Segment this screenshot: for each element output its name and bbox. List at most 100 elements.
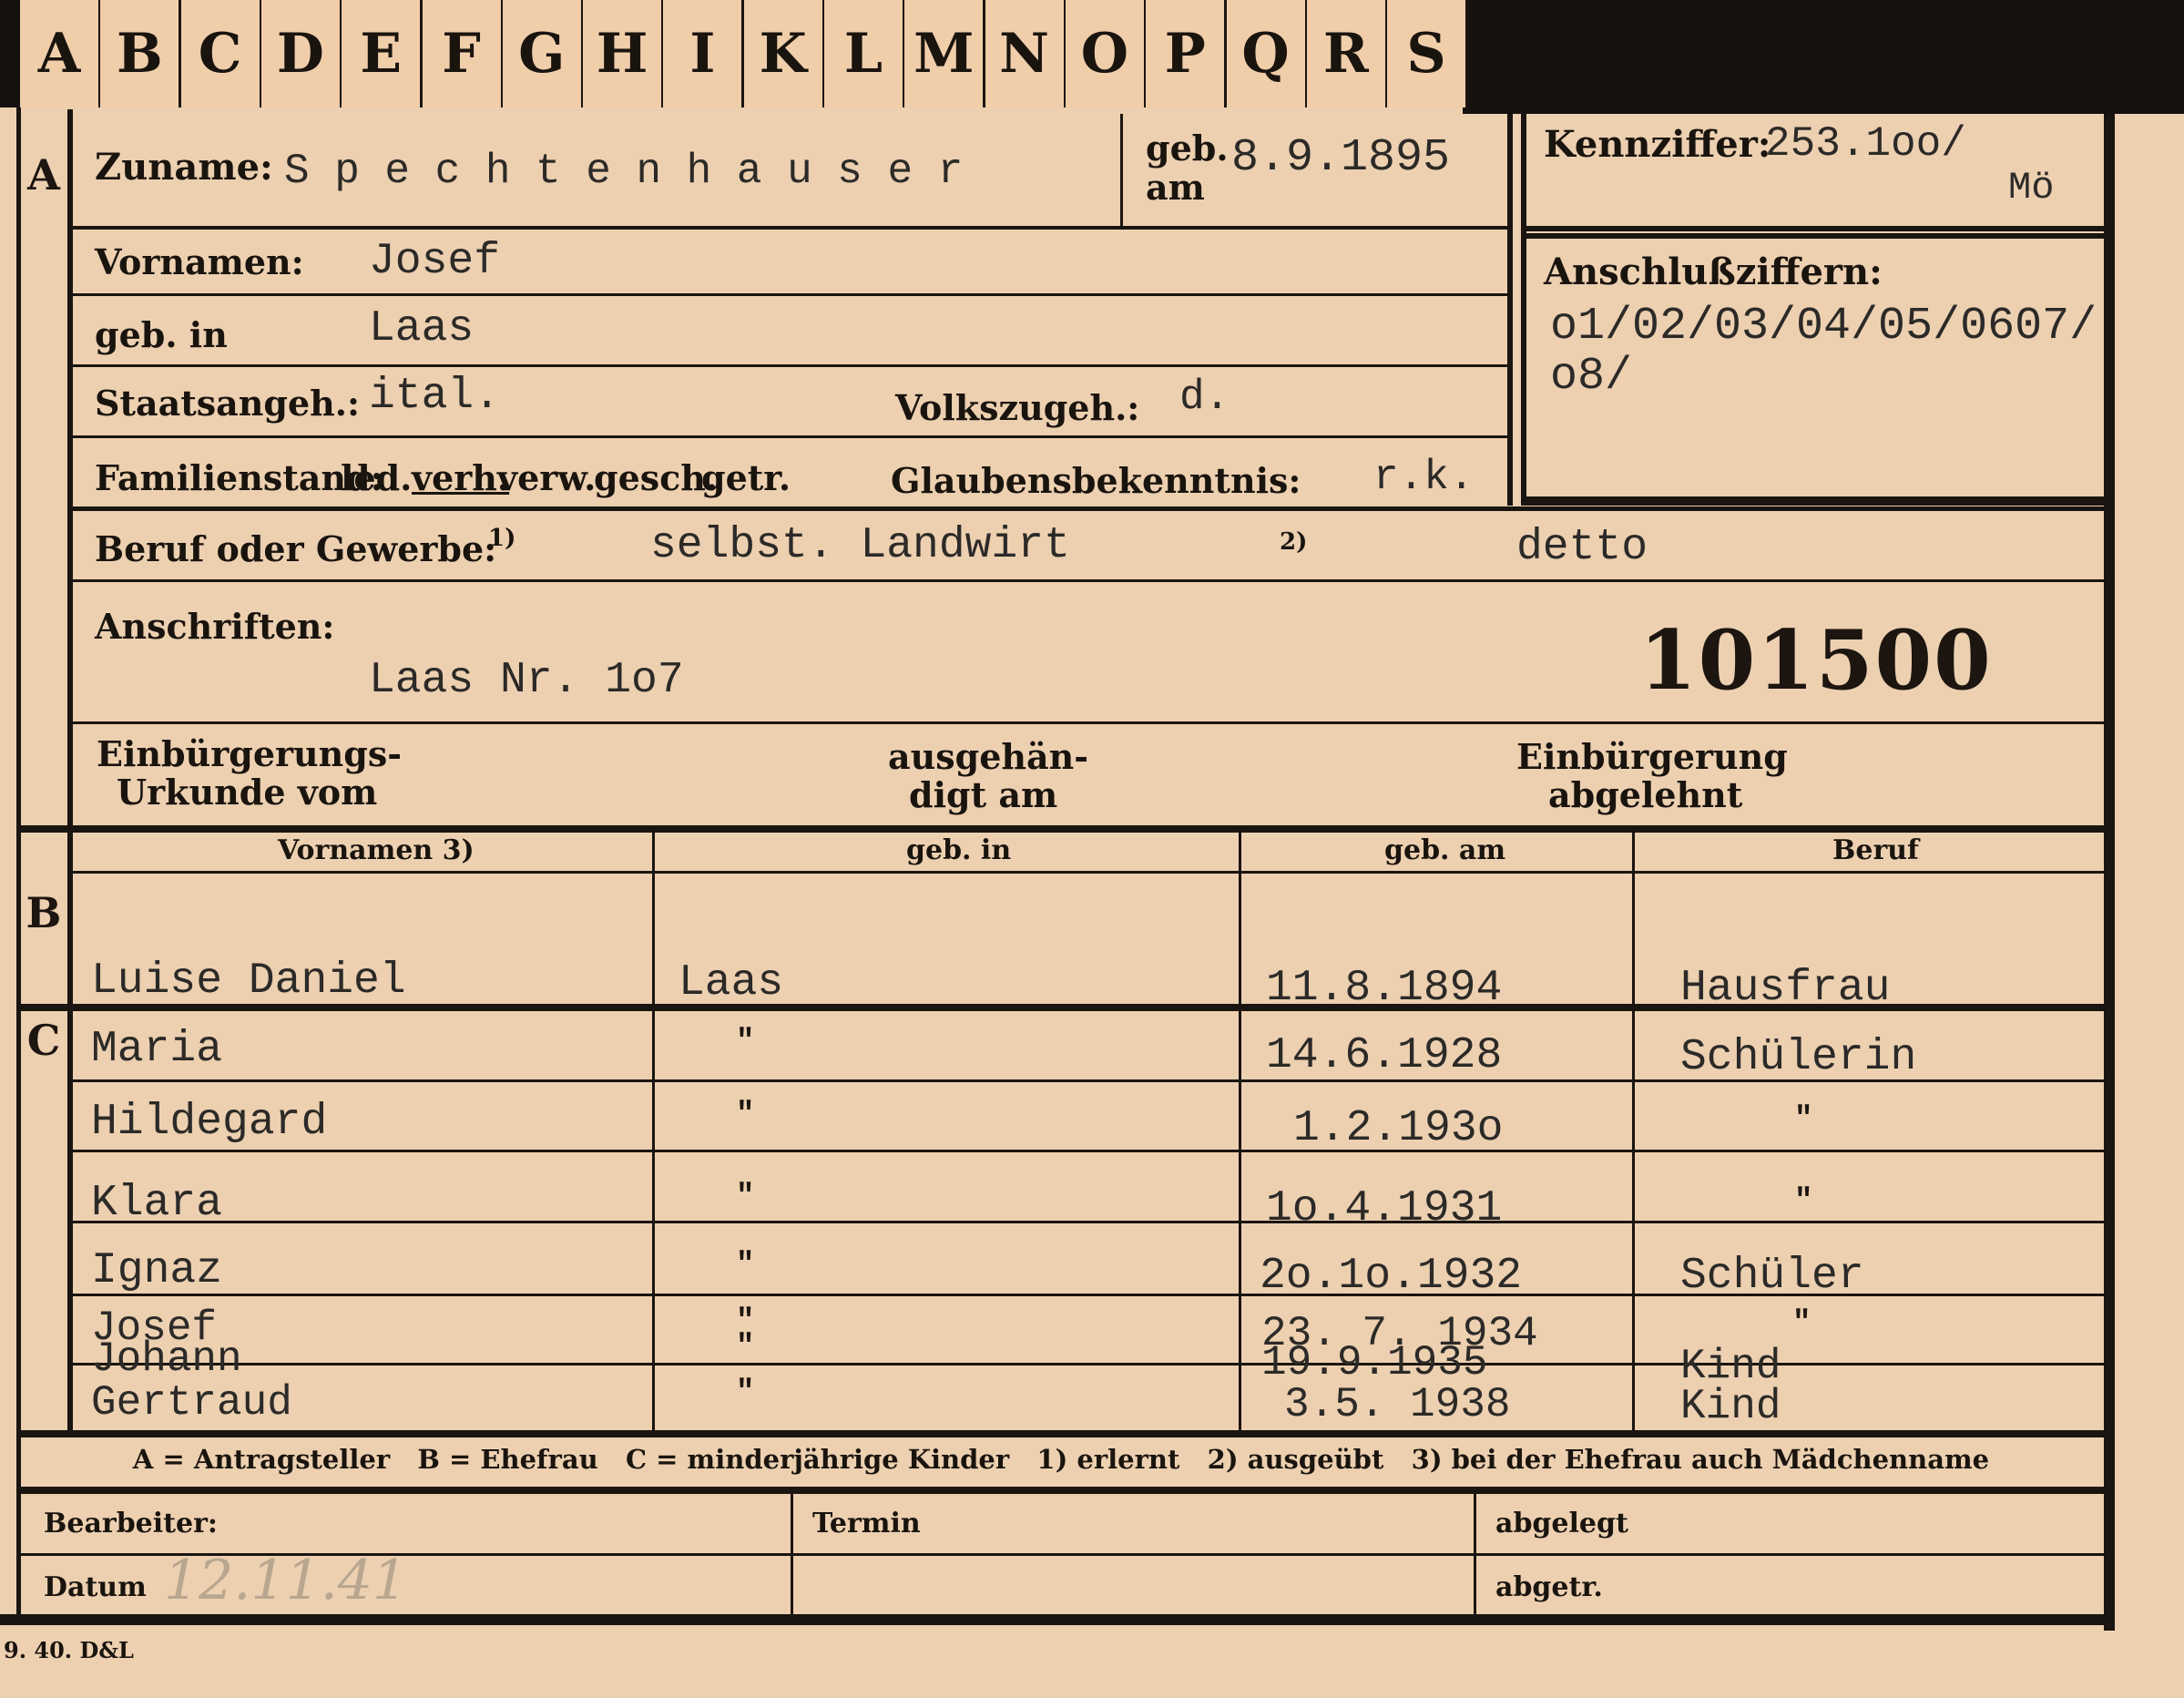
deadline-label: Termin xyxy=(812,1508,921,1539)
occupation-note-2: 2) xyxy=(1280,528,1308,556)
given-label: Vornamen: xyxy=(95,241,304,282)
marital-option: led. xyxy=(341,457,413,498)
child-place: " xyxy=(736,1248,755,1283)
table-header-line xyxy=(73,871,2108,874)
row-line xyxy=(73,1221,2108,1223)
link-box-top xyxy=(1524,233,2107,239)
child-job: " xyxy=(1792,1306,1811,1341)
top-right-dark-area xyxy=(1463,0,2184,114)
child-job: " xyxy=(1794,1184,1813,1219)
processor-label: Bearbeiter: xyxy=(44,1508,218,1539)
link-line-1: o1/02/03/04/05/0607/ xyxy=(1550,301,2097,353)
column-divider xyxy=(1239,829,1241,1432)
alphabet-tab: H xyxy=(583,0,665,107)
religion-label: Glaubensbekenntnis: xyxy=(891,460,1301,501)
reference-box-line xyxy=(1524,226,2107,231)
alphabet-tab: C xyxy=(180,0,262,107)
section-letter-b: B xyxy=(26,888,62,937)
child-place: " xyxy=(736,1180,755,1214)
given-value: Josef xyxy=(369,237,501,286)
occupation-learned: selbst. Landwirt xyxy=(650,521,1070,570)
handed-label-1: ausgehän- xyxy=(888,736,1089,777)
handed-label-2: digt am xyxy=(909,774,1058,815)
row-line xyxy=(73,506,2108,511)
table-header-date: geb. am xyxy=(1384,834,1506,866)
occupation-practiced: detto xyxy=(1516,523,1648,572)
row-line xyxy=(73,226,1512,230)
naturalization-label-1: Einbürgerungs- xyxy=(97,733,403,774)
child-place: " xyxy=(736,1025,755,1059)
marital-option: getr. xyxy=(701,457,791,498)
child-place: " xyxy=(736,1376,755,1410)
address-value: Laas Nr. 1o7 xyxy=(369,656,684,705)
occupation-note-1: 1) xyxy=(488,525,516,552)
child-date: 1o.4.1931 xyxy=(1266,1184,1503,1233)
legend-bottom-line xyxy=(16,1487,2111,1494)
alphabet-tab: Q xyxy=(1226,0,1308,107)
legend-top-line xyxy=(16,1430,2111,1437)
reference-box-left-inner xyxy=(1521,114,1526,506)
child-job: " xyxy=(1794,1102,1813,1137)
wife-name: Luise Daniel xyxy=(91,956,406,1006)
row-line xyxy=(73,293,1512,296)
card-left-edge xyxy=(16,107,21,1620)
link-line-2: o8/ xyxy=(1550,351,1633,403)
child-name: Klara xyxy=(91,1179,223,1228)
table-top-line xyxy=(16,825,2111,833)
row-line xyxy=(73,364,1512,367)
child-name: Johann xyxy=(91,1335,242,1383)
surname-label: Zuname: xyxy=(95,146,273,189)
alphabet-tab: A xyxy=(20,0,101,107)
occupation-label: Beruf oder Gewerbe: xyxy=(95,528,497,569)
alphabet-tab: D xyxy=(260,0,342,107)
alphabet-tab: G xyxy=(502,0,584,107)
link-label: Anschlußziffern: xyxy=(1544,251,1883,293)
child-place: " xyxy=(736,1098,755,1132)
row-line xyxy=(73,1363,2108,1366)
link-box-bottom xyxy=(1524,496,2107,506)
alphabet-tab: E xyxy=(342,0,424,107)
address-label: Anschriften: xyxy=(95,606,335,647)
born-on-value: 8.9.1895 xyxy=(1231,132,1451,184)
section-letter-c: C xyxy=(26,1016,61,1065)
filed-label: abgelegt xyxy=(1495,1508,1628,1539)
child-date: 19.9.1935 xyxy=(1261,1339,1488,1386)
row-line xyxy=(73,435,1512,438)
rejected-label-2: abgelehnt xyxy=(1548,774,1743,815)
wife-place: Laas xyxy=(679,958,784,1008)
row-line xyxy=(73,721,2108,724)
section-c-top-line xyxy=(16,1004,2111,1011)
removed-label: abgetr. xyxy=(1495,1571,1603,1603)
religion-value: r.k. xyxy=(1373,454,1475,501)
date-label: Datum xyxy=(44,1571,147,1603)
reference-label: Kennziffer: xyxy=(1544,123,1771,166)
marital-option: gesch. xyxy=(594,457,719,498)
form-code: 9. 40. D&L xyxy=(4,1637,134,1663)
reference-box-left xyxy=(1507,114,1513,506)
ethnicity-label: Volkszugeh.: xyxy=(895,387,1140,428)
child-date: 14.6.1928 xyxy=(1266,1031,1503,1080)
section-divider-left xyxy=(67,109,73,1432)
column-divider xyxy=(652,829,655,1432)
card-bottom-edge xyxy=(0,1614,2115,1625)
citizenship-label: Staatsangeh.: xyxy=(95,383,361,424)
born-in-label: geb. in xyxy=(95,314,228,355)
alphabet-tab: B xyxy=(100,0,182,107)
child-name: Gertraud xyxy=(91,1379,292,1427)
citizenship-value: ital. xyxy=(369,372,501,421)
cell-divider xyxy=(1120,114,1123,228)
alphabet-tab: M xyxy=(904,0,986,107)
rejected-label-1: Einbürgerung xyxy=(1516,736,1788,777)
naturalization-label-2: Urkunde vom xyxy=(117,772,378,813)
alphabet-tab: I xyxy=(663,0,745,107)
child-date: 1.2.193o xyxy=(1293,1104,1504,1153)
surname-value: S p e c h t e n h a u s e r xyxy=(284,148,964,195)
child-job: Schülerin xyxy=(1680,1033,1917,1082)
child-job: Kind xyxy=(1680,1383,1781,1430)
alphabet-tab: R xyxy=(1306,0,1388,107)
child-date: 2o.1o.1932 xyxy=(1260,1252,1523,1301)
row-line xyxy=(73,579,2108,582)
table-header-place: geb. in xyxy=(906,834,1012,866)
marital-option-selected: verh. xyxy=(412,457,510,498)
born-on-label-2: am xyxy=(1146,167,1205,208)
